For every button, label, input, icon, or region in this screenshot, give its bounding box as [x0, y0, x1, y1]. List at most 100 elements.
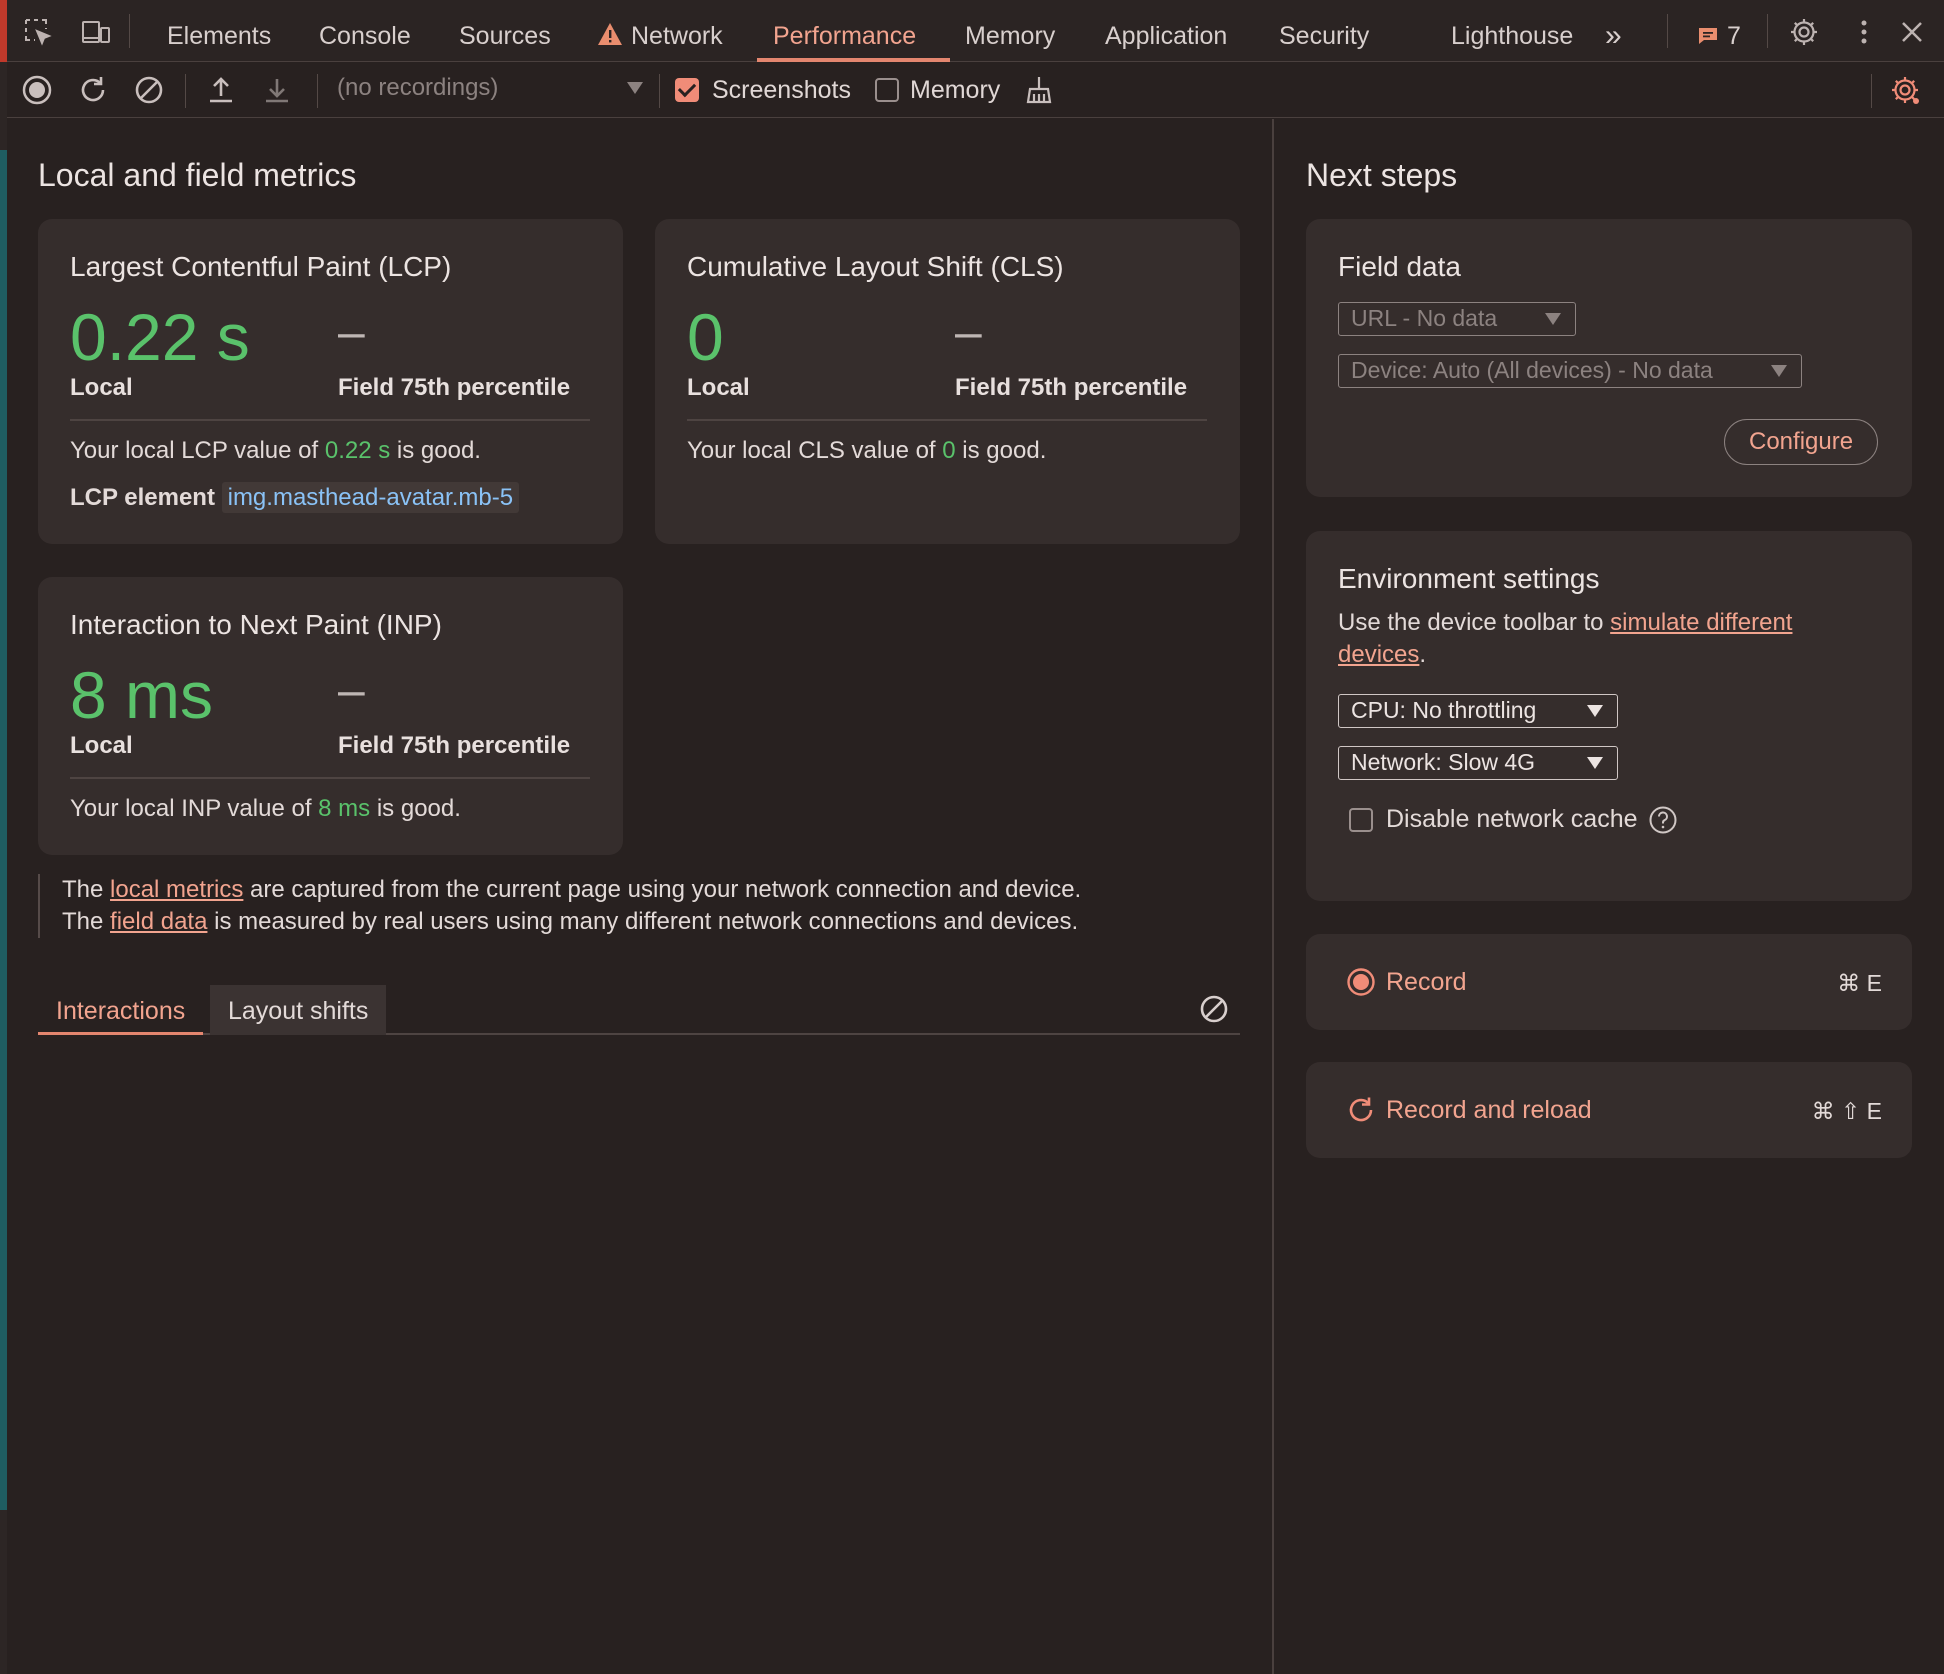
device-select-value: Device: Auto (All devices) - No data [1351, 357, 1713, 383]
record-reload-card[interactable]: Record and reload ⌘ ⇧ E [1306, 1062, 1912, 1158]
cls-local-value: 0 [687, 300, 724, 374]
screenshots-label: Screenshots [712, 76, 851, 104]
toolbar-separator [185, 74, 186, 108]
clear-log-icon[interactable] [1198, 993, 1230, 1025]
upload-profile-icon[interactable] [205, 74, 237, 106]
inp-desc-value: 8 ms [318, 795, 371, 822]
cpu-select-value: CPU: No throttling [1351, 697, 1537, 723]
cls-field-label: Field 75th percentile [955, 374, 1188, 401]
inspect-element-icon[interactable] [23, 17, 53, 47]
screenshots-checkbox[interactable] [675, 78, 699, 102]
inp-local-value: 8 ms [70, 658, 214, 732]
capture-settings-gear-icon[interactable] [1889, 74, 1921, 106]
tab-layout-shifts[interactable]: Layout shifts [210, 985, 387, 1035]
lcp-desc-value: 0.22 s [324, 437, 391, 464]
tab-bar-separator [1667, 14, 1668, 48]
tab-elements[interactable]: Elements [167, 0, 271, 62]
tab-sources[interactable]: Sources [459, 0, 551, 62]
environment-settings-title: Environment settings [1338, 563, 1600, 594]
next-steps-pane: Next steps Field data URL - No data Devi… [1275, 119, 1944, 1674]
local-metrics-pane: Local and field metrics Largest Contentf… [7, 119, 1271, 1674]
tab-console[interactable]: Console [319, 0, 411, 62]
tab-memory[interactable]: Memory [965, 0, 1055, 62]
help-question-icon[interactable] [1648, 805, 1678, 835]
simulate-devices-link-cont[interactable]: devices [1338, 641, 1419, 668]
field-data-title: Field data [1338, 251, 1461, 282]
tab-security[interactable]: Security [1279, 0, 1369, 62]
tab-interactions[interactable]: Interactions [38, 985, 204, 1035]
inp-description: Your local INP value of 8 ms is good. [70, 795, 461, 823]
toolbar-separator [317, 74, 318, 108]
pane-divider[interactable] [1272, 119, 1274, 1674]
warning-icon [598, 23, 622, 45]
recordings-select[interactable]: (no recordings) [337, 74, 498, 102]
device-select[interactable]: Device: Auto (All devices) - No data [1338, 354, 1802, 388]
record-reload-label[interactable]: Record and reload [1386, 1096, 1592, 1125]
inp-field-value: – [338, 664, 365, 717]
inp-desc-suffix: is good. [370, 795, 461, 822]
lcp-local-label: Local [70, 374, 133, 401]
tab-application[interactable]: Application [1105, 0, 1227, 62]
memory-label: Memory [910, 76, 1001, 104]
network-throttling-select[interactable]: Network: Slow 4G [1338, 746, 1618, 780]
tab-network[interactable]: Network [631, 0, 723, 62]
issues-message-icon[interactable] [1697, 26, 1719, 46]
inp-local-label: Local [70, 732, 133, 759]
inp-card: Interaction to Next Paint (INP) 8 ms – L… [38, 577, 623, 855]
disable-cache-checkbox[interactable] [1349, 808, 1373, 832]
configure-button[interactable]: Configure [1724, 419, 1879, 465]
record-icon[interactable] [21, 74, 53, 106]
local-metrics-link[interactable]: local metrics [110, 876, 243, 903]
cls-card: Cumulative Layout Shift (CLS) 0 – Local … [655, 219, 1240, 544]
inp-field-label: Field 75th percentile [338, 732, 571, 759]
reload-record-icon[interactable] [77, 74, 109, 106]
lcp-element-label: LCP element [70, 484, 215, 511]
recordings-dropdown-caret-icon[interactable] [627, 82, 643, 94]
environment-description: Use the device toolbar to simulate diffe… [1338, 607, 1878, 671]
memory-checkbox[interactable] [875, 78, 899, 102]
tab-lighthouse[interactable]: Lighthouse [1451, 0, 1573, 62]
edge-accent-red [0, 0, 7, 62]
simulate-devices-link[interactable]: simulate different [1610, 609, 1792, 636]
disable-cache-label: Disable network cache [1386, 805, 1638, 833]
metrics-info-note: The local metrics are captured from the … [38, 874, 1238, 938]
info-text: is measured by real users using many dif… [207, 908, 1079, 935]
cls-field-value: – [955, 306, 982, 359]
device-toolbar-icon[interactable] [81, 17, 111, 47]
tab-performance[interactable]: Performance [773, 0, 916, 62]
devtools-tab-bar: Elements Console Sources Network Perform… [7, 0, 1944, 62]
chevron-down-icon [1587, 705, 1603, 717]
more-options-kebab-icon[interactable] [1849, 17, 1879, 47]
lcp-element-link[interactable]: img.masthead-avatar.mb-5 [221, 482, 520, 513]
info-line-field: The field data is measured by real users… [62, 906, 1238, 938]
record-label[interactable]: Record [1386, 968, 1467, 997]
url-select[interactable]: URL - No data [1338, 302, 1576, 336]
cpu-throttling-select[interactable]: CPU: No throttling [1338, 694, 1618, 728]
performance-toolbar: (no recordings) Screenshots Memory [7, 62, 1944, 118]
info-line-local: The local metrics are captured from the … [62, 874, 1238, 906]
field-data-link[interactable]: field data [110, 908, 207, 935]
download-profile-icon[interactable] [261, 74, 293, 106]
settings-gear-icon[interactable] [1789, 17, 1819, 47]
lcp-description: Your local LCP value of 0.22 s is good. [70, 437, 481, 465]
record-icon [1347, 968, 1375, 996]
close-devtools-icon[interactable] [1897, 17, 1927, 47]
lcp-divider [70, 419, 590, 421]
field-data-card: Field data URL - No data Device: Auto (A… [1306, 219, 1912, 497]
environment-settings-card: Environment settings Use the device tool… [1306, 531, 1912, 901]
record-card[interactable]: Record ⌘ E [1306, 934, 1912, 1030]
inp-title: Interaction to Next Paint (INP) [70, 609, 442, 640]
tab-bar-separator [129, 14, 130, 48]
info-text: The [62, 908, 111, 935]
toolbar-separator [659, 74, 660, 108]
more-tabs-button[interactable]: » [1605, 0, 1622, 62]
garbage-collect-broom-icon[interactable] [1023, 74, 1055, 106]
left-edge-stripe [0, 0, 7, 1674]
clear-icon[interactable] [133, 74, 165, 106]
cls-title: Cumulative Layout Shift (CLS) [687, 251, 1064, 282]
cls-desc-prefix: Your local CLS value of [687, 437, 943, 464]
url-select-value: URL - No data [1351, 305, 1498, 331]
cls-local-label: Local [687, 374, 750, 401]
issues-count[interactable]: 7 [1727, 0, 1741, 62]
env-desc-period: . [1419, 641, 1427, 668]
